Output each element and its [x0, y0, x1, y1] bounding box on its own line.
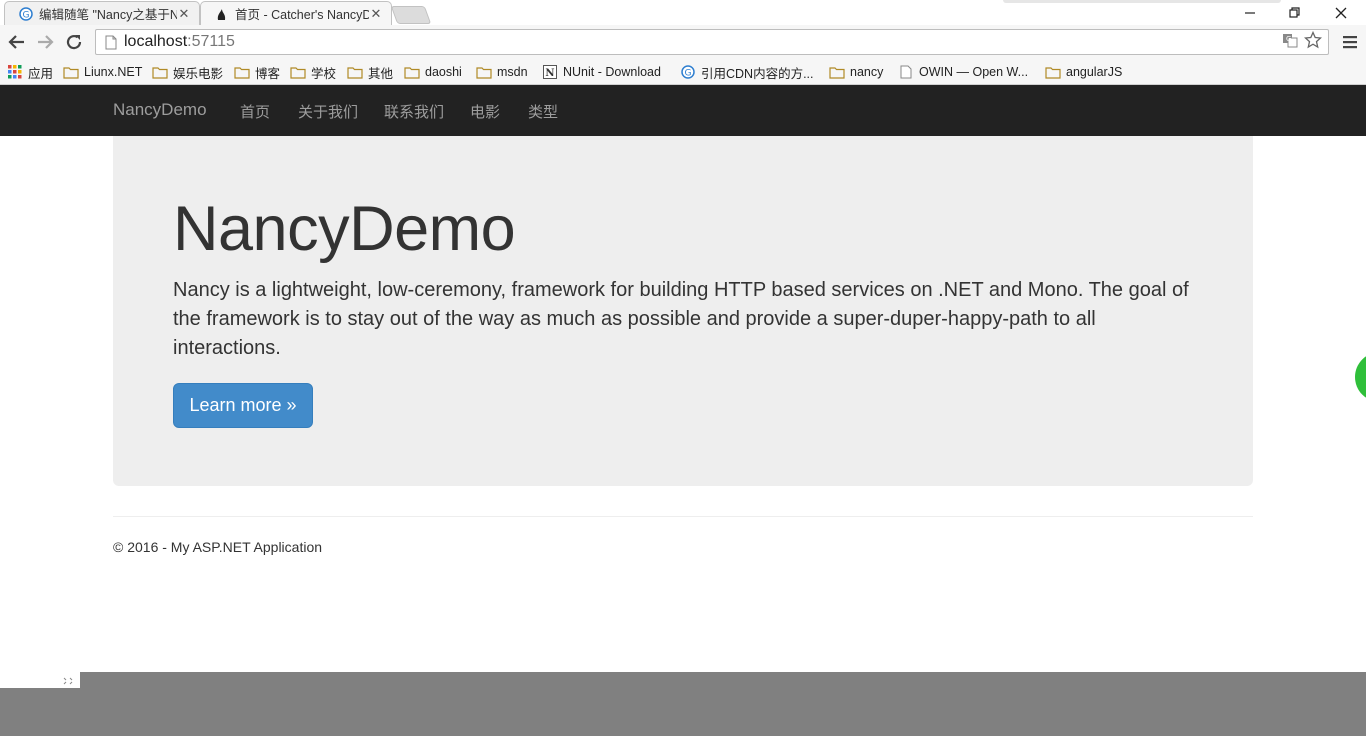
folder-icon	[1045, 65, 1061, 79]
bookmark-label: nancy	[850, 65, 884, 79]
taskbar-area	[80, 672, 1366, 736]
back-arrow-icon	[8, 35, 24, 49]
folder-icon	[152, 65, 168, 79]
folder-icon	[829, 65, 845, 79]
nav-link-types[interactable]: 类型	[528, 101, 558, 122]
taskbar-area	[0, 688, 80, 736]
hamburger-icon	[1343, 36, 1357, 49]
new-tab-button[interactable]	[390, 6, 432, 24]
blog-icon: G	[19, 6, 33, 21]
bookmark-label: NUnit - Download	[563, 65, 661, 79]
bookmark-label: OWIN — Open W...	[919, 65, 1029, 79]
footer-copyright: © 2016 - My ASP.NET Application	[113, 539, 323, 555]
bookmark-folder[interactable]: Liunx.NET	[63, 62, 142, 82]
jumbotron: NancyDemo Nancy is a lightweight, low-ce…	[113, 136, 1253, 486]
nunit-icon: N	[542, 65, 558, 79]
bookmark-folder[interactable]: 其他	[347, 62, 393, 82]
bookmark-cdn[interactable]: G 引用CDN内容的方...	[680, 62, 814, 82]
nav-link-home[interactable]: 首页	[240, 101, 270, 122]
site-navbar: NancyDemo 首页 关于我们 联系我们 电影 类型	[0, 85, 1366, 136]
bookmark-nunit[interactable]: N NUnit - Download	[542, 62, 661, 82]
folder-icon	[404, 65, 420, 79]
apps-grid-icon	[7, 65, 23, 79]
bookmark-label: angularJS	[1066, 65, 1123, 79]
address-bar[interactable]: localhost:57115 G	[95, 29, 1329, 55]
bookmark-label: Liunx.NET	[84, 65, 143, 79]
page-icon	[898, 65, 914, 79]
folder-icon	[476, 65, 492, 79]
bookmark-folder[interactable]: daoshi	[404, 62, 462, 82]
bookmark-label: 学校	[311, 66, 337, 81]
tab-blog-editor[interactable]: G 编辑随笔 "Nancy之基于N ✕	[4, 1, 200, 25]
bookmark-label: daoshi	[425, 65, 462, 79]
bookmark-folder[interactable]: 博客	[234, 62, 280, 82]
tab-strip: G 编辑随笔 "Nancy之基于N ✕ 首页 - Catcher's Nancy…	[0, 0, 1366, 26]
bookmark-owin[interactable]: OWIN — Open W...	[898, 62, 1028, 82]
tab-close-icon[interactable]: ✕	[369, 6, 383, 22]
bookmarks-bar: 应用 Liunx.NET 娱乐电影 博客 学校 其他 daoshi msdn N…	[0, 60, 1366, 85]
nancy-icon	[215, 7, 229, 21]
learn-more-button[interactable]: Learn more »	[173, 383, 313, 428]
nav-link-movies[interactable]: 电影	[470, 101, 500, 122]
bookmark-folder[interactable]: angularJS	[1045, 62, 1122, 82]
tab-title: 首页 - Catcher's NancyD	[235, 8, 369, 22]
tab-title: 编辑随笔 "Nancy之基于N	[39, 8, 177, 22]
close-window-button[interactable]	[1318, 0, 1364, 25]
page-title: NancyDemo	[173, 194, 516, 264]
reload-icon	[66, 34, 82, 50]
bookmark-label: 博客	[255, 66, 281, 81]
bookmark-label: 其他	[368, 66, 394, 81]
folder-icon	[290, 65, 306, 79]
globe-icon: G	[680, 65, 696, 79]
divider	[113, 516, 1253, 517]
floating-widget[interactable]	[1355, 352, 1366, 402]
tab-home[interactable]: 首页 - Catcher's NancyD ✕	[200, 1, 392, 25]
navbar-brand[interactable]: NancyDemo	[113, 100, 207, 120]
url-host: localhost	[124, 33, 188, 50]
forward-arrow-icon	[38, 35, 54, 49]
bookmark-folder[interactable]: nancy	[829, 62, 883, 82]
bookmark-label: 引用CDN内容的方...	[701, 66, 814, 81]
folder-icon	[63, 65, 79, 79]
bookmark-apps[interactable]: 应用	[7, 62, 53, 82]
resize-grip-icon	[63, 677, 73, 687]
bookmark-folder[interactable]: msdn	[476, 62, 528, 82]
bookmark-label: msdn	[497, 65, 528, 79]
svg-text:G: G	[685, 69, 692, 79]
bookmark-folder[interactable]: 学校	[290, 62, 336, 82]
lead-text: Nancy is a lightweight, low-ceremony, fr…	[173, 279, 1189, 359]
browser-menu-button[interactable]	[1340, 33, 1360, 51]
translate-icon[interactable]: G	[1282, 32, 1298, 53]
minimize-button[interactable]	[1227, 0, 1273, 25]
folder-icon	[347, 65, 363, 79]
url-text[interactable]: localhost:57115	[124, 33, 1282, 51]
url-port: :57115	[187, 33, 235, 50]
back-button[interactable]	[6, 31, 28, 53]
nav-link-about[interactable]: 关于我们	[298, 101, 358, 122]
svg-text:G: G	[23, 10, 30, 20]
browser-toolbar: localhost:57115 G	[0, 25, 1366, 60]
bookmark-label: 应用	[28, 66, 54, 81]
folder-icon	[234, 65, 250, 79]
svg-text:N: N	[545, 68, 554, 79]
restore-button[interactable]	[1272, 0, 1318, 25]
tab-close-icon[interactable]: ✕	[177, 6, 191, 22]
reload-button[interactable]	[63, 31, 85, 53]
forward-button[interactable]	[34, 31, 56, 53]
bookmark-star-icon[interactable]	[1303, 30, 1323, 54]
page-icon	[104, 34, 118, 50]
bookmark-folder[interactable]: 娱乐电影	[152, 62, 223, 82]
nav-link-contact[interactable]: 联系我们	[384, 101, 444, 122]
bookmark-label: 娱乐电影	[173, 66, 224, 81]
svg-text:G: G	[1286, 35, 1291, 43]
